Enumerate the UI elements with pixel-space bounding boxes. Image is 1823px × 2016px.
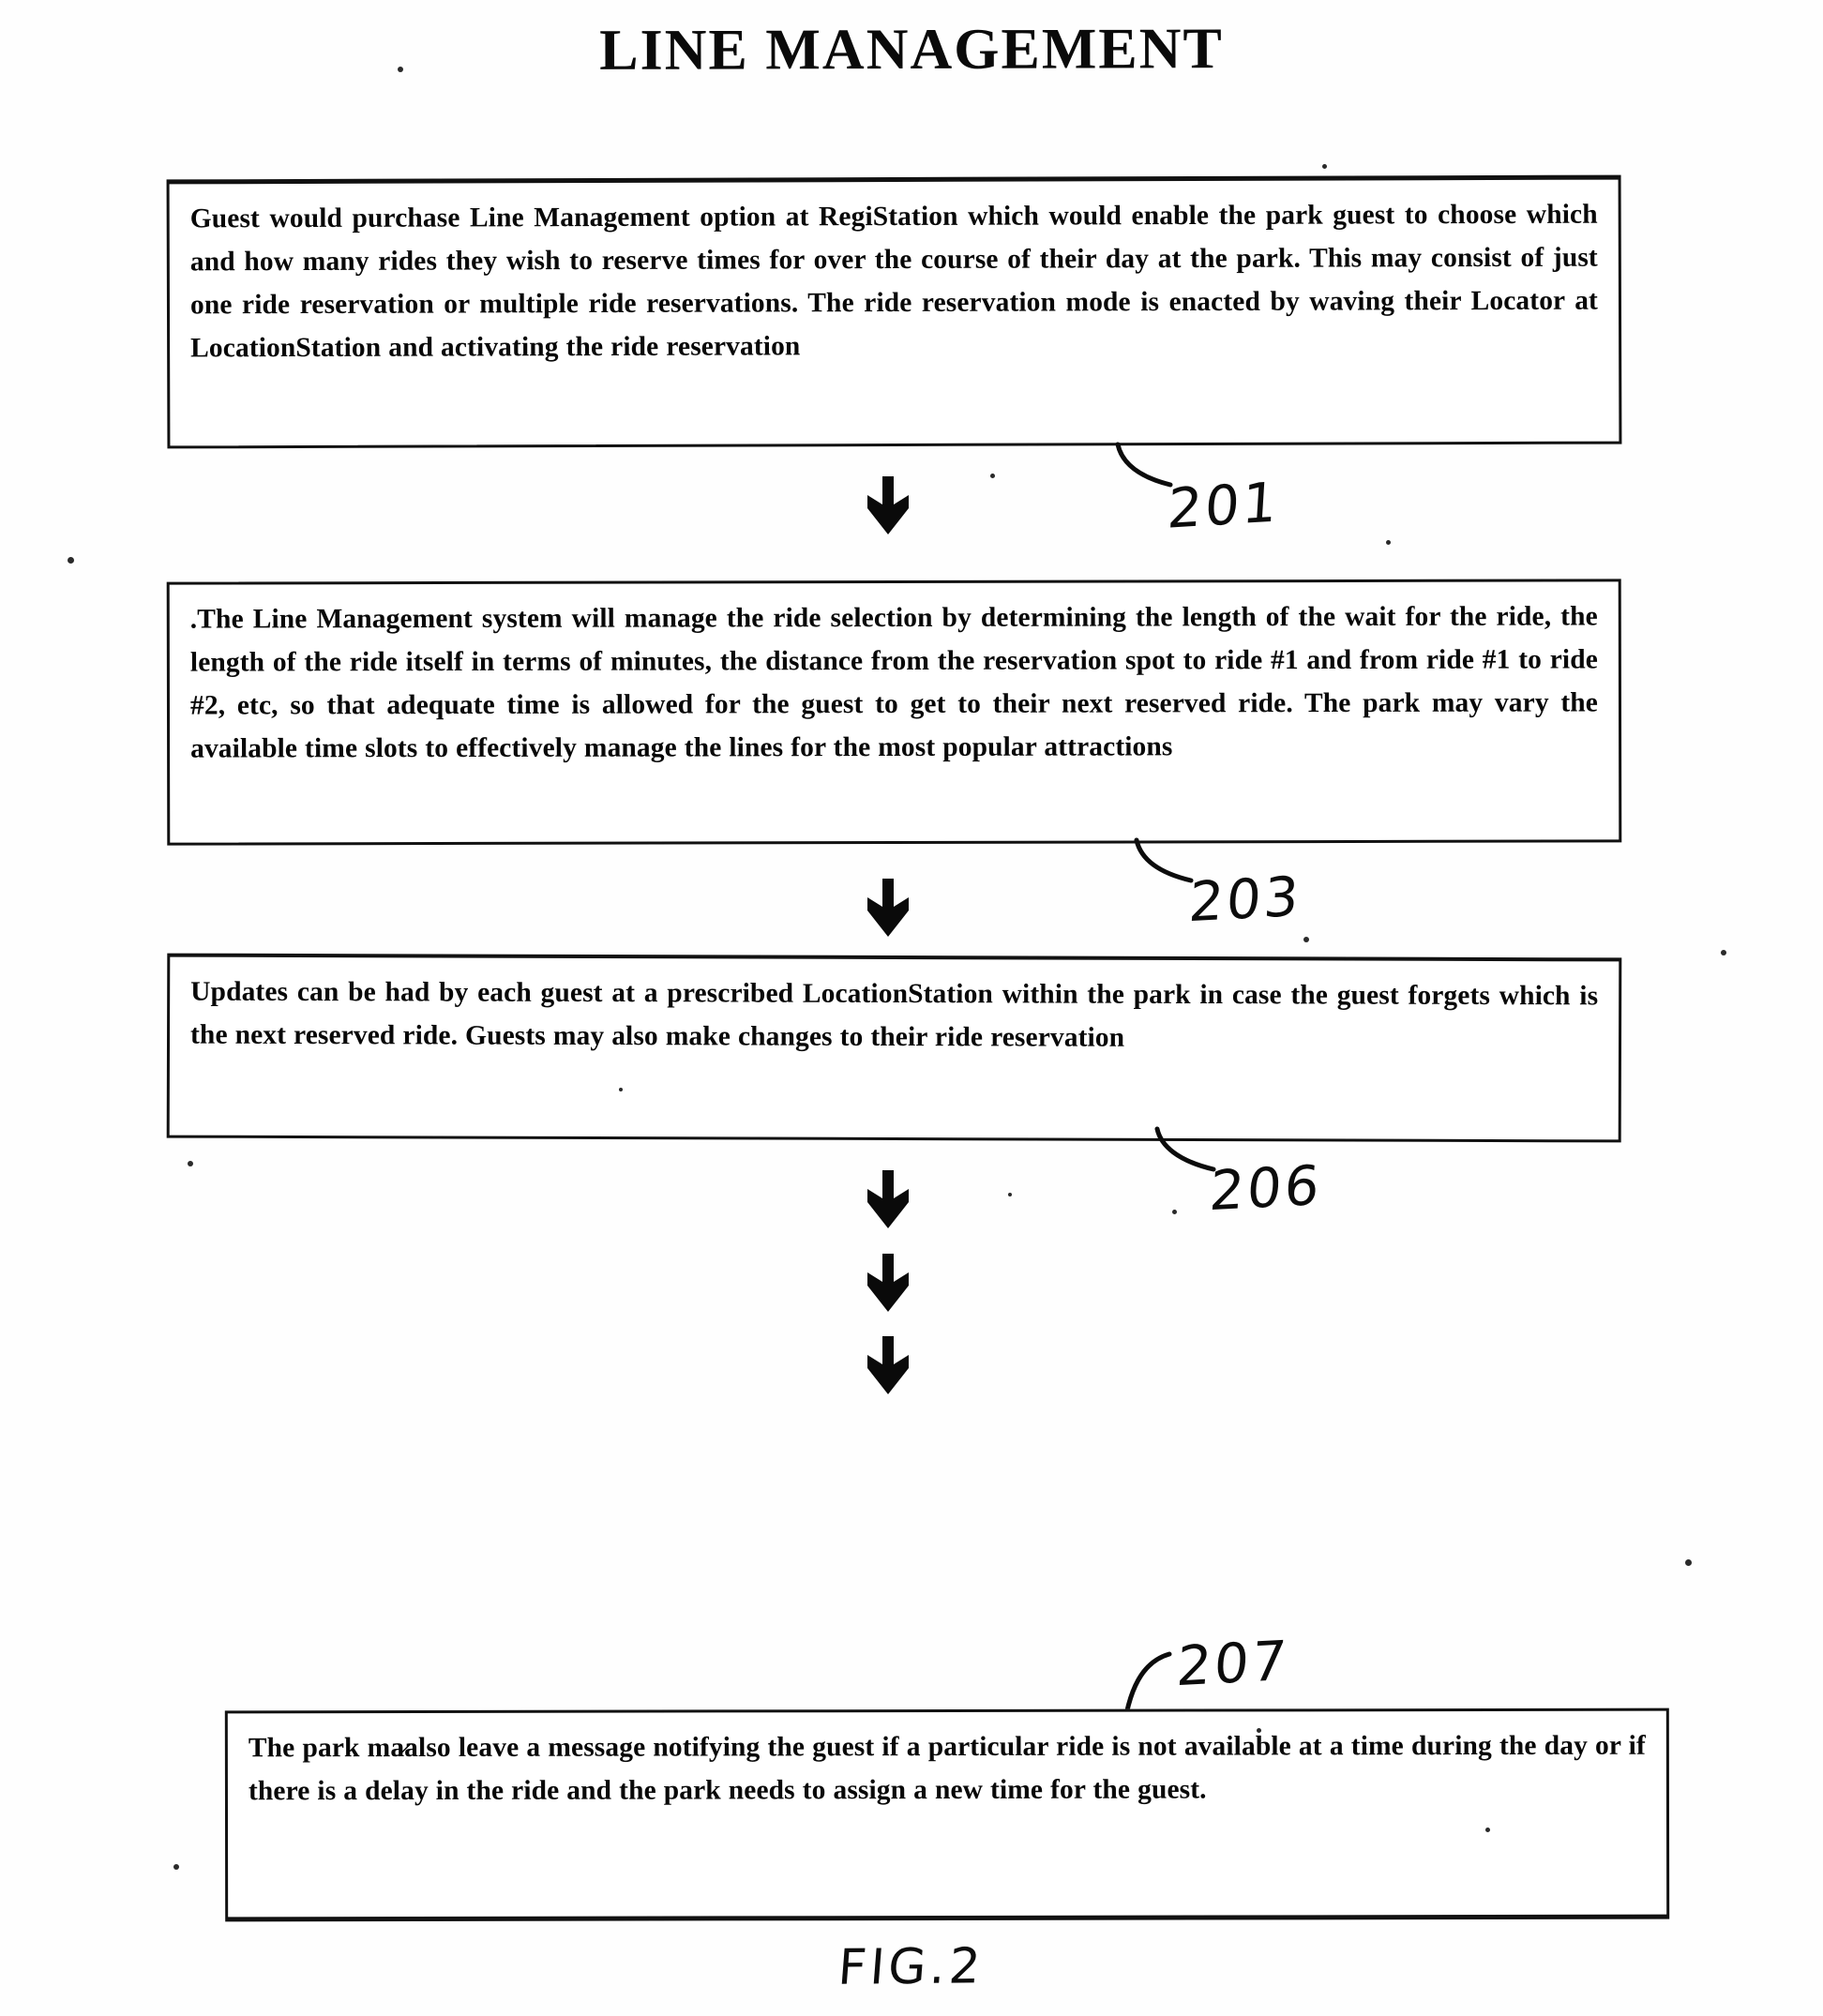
scan-speckle (1172, 1210, 1177, 1214)
scan-speckle (68, 557, 74, 564)
reference-numeral-201: 201 (1166, 470, 1282, 541)
down-arrow-icon (862, 1254, 912, 1317)
scan-speckle (1303, 937, 1309, 942)
scan-speckle (1685, 1559, 1692, 1566)
down-arrow-icon (862, 1336, 912, 1400)
process-box-201-text: Guest would purchase Line Management opt… (189, 199, 1599, 364)
reference-numeral-203: 203 (1186, 864, 1304, 935)
down-arrow-icon (862, 476, 912, 540)
process-box-201: Guest would purchase Line Management opt… (166, 174, 1622, 449)
reference-numeral-207: 207 (1174, 1628, 1292, 1699)
process-box-207: The park ma̷also leave a message notifyi… (224, 1708, 1670, 1922)
figure-caption: FIG.2 (0, 1938, 1823, 1996)
scan-speckle (1322, 164, 1327, 169)
process-box-203: .The Line Management system will manage … (166, 579, 1622, 846)
down-arrow-icon (862, 879, 912, 942)
page-title: LINE MANAGEMENT (599, 17, 1224, 83)
scan-speckle (173, 1864, 179, 1870)
scan-speckle (1257, 1728, 1261, 1733)
reference-numeral-206: 206 (1207, 1152, 1325, 1224)
patent-figure-page: LINE MANAGEMENT Guest would purchase Lin… (0, 0, 1823, 2016)
scan-speckle (1721, 950, 1726, 955)
figure-caption-text: FIG.2 (836, 1938, 987, 1996)
scan-speckle (398, 67, 403, 72)
scan-speckle (619, 1088, 623, 1091)
process-box-206: Updates can be had by each guest at a pr… (166, 953, 1622, 1143)
process-box-207-text: The park ma̷also leave a message notifyi… (248, 1730, 1646, 1807)
scan-speckle (990, 474, 995, 478)
scan-speckle (1485, 1828, 1490, 1832)
scan-speckle (188, 1161, 193, 1166)
scan-speckle (1386, 540, 1391, 545)
process-box-203-text: .The Line Management system will manage … (189, 601, 1599, 764)
down-arrow-icon (862, 1170, 912, 1234)
scan-speckle (1008, 1193, 1012, 1196)
process-box-206-text: Updates can be had by each guest at a pr… (189, 976, 1599, 1053)
